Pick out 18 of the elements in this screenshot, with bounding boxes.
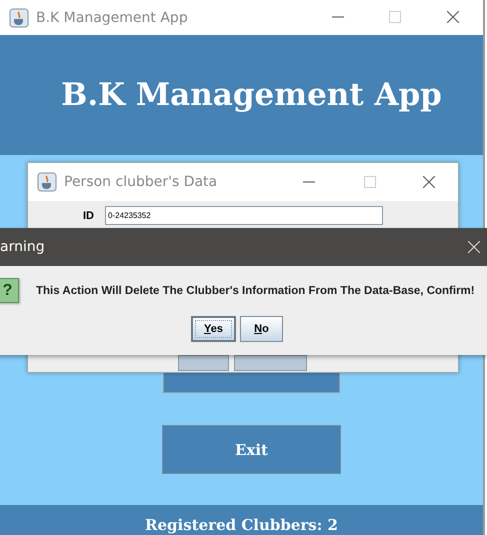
dialog-title: arning [0, 239, 45, 255]
exit-button[interactable]: Exit [162, 425, 341, 474]
window-title: B.K Management App [36, 10, 188, 26]
warning-message: This Action Will Delete The Clubber's Information From The Data-Base, Confirm! [36, 285, 475, 297]
dialog-button[interactable]: No [240, 316, 283, 342]
cup-icon [9, 8, 29, 28]
dialog-button[interactable]: Yes [191, 316, 236, 342]
field-label: ID [83, 210, 95, 222]
close-icon[interactable] [423, 176, 435, 188]
button[interactable] [178, 355, 229, 371]
app-heading: B.K Management App [61, 77, 442, 113]
input-field[interactable]: 0-24235352 [105, 206, 383, 225]
clubber-count: Registered Clubbers: 2 [145, 516, 338, 534]
close-icon[interactable] [447, 11, 459, 23]
question-icon: ? [0, 278, 19, 303]
button[interactable] [234, 355, 307, 371]
cup-icon [37, 172, 57, 192]
dialog-title: Person clubber's Data [64, 174, 218, 190]
